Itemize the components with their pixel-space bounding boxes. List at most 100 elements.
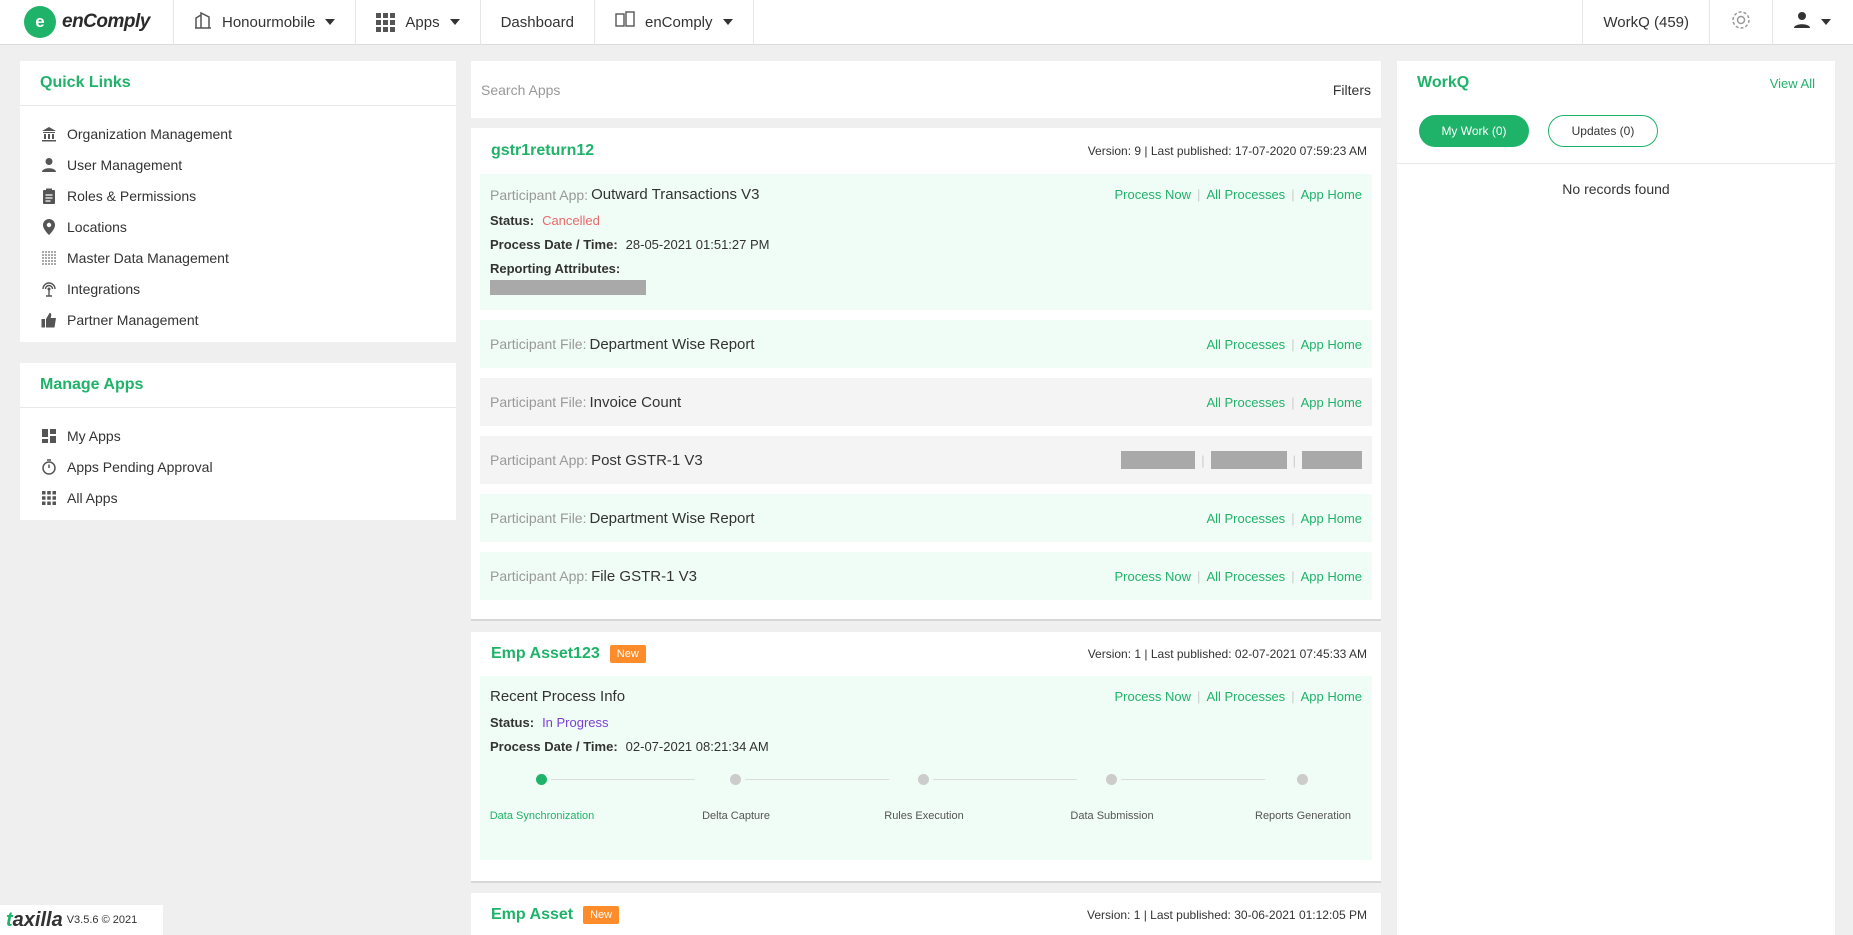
quick-link-organization-management[interactable]: Organization Management	[40, 118, 436, 149]
app-home-link[interactable]: App Home	[1301, 187, 1362, 202]
participant-row: Participant File: Invoice Count All Proc…	[480, 378, 1372, 426]
process-now-link[interactable]: Process Now	[1114, 569, 1191, 584]
quick-link-partner-management[interactable]: Partner Management	[40, 304, 436, 335]
gear-icon	[1730, 9, 1752, 35]
app-title[interactable]: Emp Asset123	[491, 645, 600, 663]
redacted-link	[1210, 451, 1287, 469]
updates-tab[interactable]: Updates (0)	[1548, 115, 1658, 147]
workq-link[interactable]: WorkQ (459)	[1582, 0, 1709, 45]
table-icon	[40, 251, 58, 265]
settings-button[interactable]	[1709, 0, 1772, 45]
participant-row: Participant File: Department Wise Report…	[480, 494, 1372, 542]
search-input[interactable]: Search Apps	[481, 82, 560, 98]
participant-type-label: Participant File:	[490, 510, 587, 526]
quick-links-title: Quick Links	[20, 61, 456, 106]
thumbs-up-icon	[40, 312, 58, 328]
process-now-link[interactable]: Process Now	[1114, 187, 1191, 202]
app-home-link[interactable]: App Home	[1301, 511, 1362, 526]
step-dot	[1106, 774, 1117, 785]
quick-link-integrations[interactable]: Integrations	[40, 273, 436, 304]
location-pin-icon	[40, 218, 58, 235]
logo[interactable]: e enComply	[0, 0, 174, 45]
app-home-link[interactable]: App Home	[1301, 689, 1362, 704]
step-label: Rules Execution	[884, 810, 964, 822]
participant-name: File GSTR-1 V3	[591, 567, 697, 585]
status-value: In Progress	[542, 715, 609, 730]
dashboard-link[interactable]: Dashboard	[481, 0, 595, 45]
participant-row: Participant File: Department Wise Report…	[480, 320, 1372, 368]
workq-panel: WorkQ View All My Work (0) Updates (0) N…	[1397, 61, 1835, 935]
quick-link-master-data[interactable]: Master Data Management	[40, 242, 436, 273]
apps-label: Apps	[405, 13, 440, 31]
search-apps-bar: Search Apps Filters	[471, 61, 1381, 118]
quick-link-label: Master Data Management	[67, 249, 229, 266]
chevron-down-icon	[722, 19, 733, 25]
all-processes-link[interactable]: All Processes	[1206, 337, 1285, 352]
version-text: V3.5.6 © 2021	[66, 914, 138, 926]
redacted-attributes	[490, 280, 646, 295]
process-date-label: Process Date / Time:	[490, 739, 618, 754]
footer-brand: taxilla V3.5.6 © 2021	[0, 905, 163, 935]
product-selector[interactable]: enComply	[595, 0, 754, 45]
clipboard-icon	[40, 188, 58, 204]
user-menu[interactable]	[1772, 0, 1853, 45]
participant-type-label: Participant File:	[490, 336, 587, 352]
chevron-down-icon	[325, 19, 336, 25]
quick-link-label: Organization Management	[67, 125, 232, 142]
step-label: Reports Generation	[1255, 810, 1351, 822]
step-label: Delta Capture	[702, 810, 770, 822]
app-version-meta: Version: 1 | Last published: 30-06-2021 …	[1087, 908, 1367, 922]
filters-button[interactable]: Filters	[1333, 82, 1371, 98]
workq-title: WorkQ	[1417, 74, 1470, 91]
app-card-emp-asset: Emp Asset New Version: 1 | Last publishe…	[471, 893, 1381, 935]
view-all-link[interactable]: View All	[1770, 76, 1815, 91]
building-icon	[194, 11, 212, 34]
step-dot	[536, 774, 547, 785]
chevron-down-icon	[449, 19, 460, 25]
all-processes-link[interactable]: All Processes	[1206, 395, 1285, 410]
all-processes-link[interactable]: All Processes	[1206, 689, 1285, 704]
all-processes-link[interactable]: All Processes	[1206, 511, 1285, 526]
participant-type-label: Participant App:	[490, 568, 589, 584]
status-label: Status:	[490, 213, 535, 228]
apps-grid-icon	[376, 12, 396, 32]
app-home-link[interactable]: App Home	[1301, 337, 1362, 352]
process-date-value: 28-05-2021 01:51:27 PM	[625, 237, 770, 252]
process-date-value: 02-07-2021 08:21:34 AM	[625, 739, 769, 754]
all-processes-link[interactable]: All Processes	[1206, 187, 1285, 202]
manage-apps-my-apps[interactable]: My Apps	[40, 420, 436, 451]
redacted-link	[1121, 451, 1196, 469]
apps-menu[interactable]: Apps	[356, 0, 481, 45]
process-stepper: Data Synchronization Delta Capture Rules…	[490, 770, 1362, 850]
participant-name: Outward Transactions V3	[591, 186, 760, 203]
process-now-link[interactable]: Process Now	[1114, 689, 1191, 704]
participant-name: Post GSTR-1 V3	[591, 451, 703, 469]
app-home-link[interactable]: App Home	[1301, 395, 1362, 410]
app-title[interactable]: Emp Asset	[491, 906, 573, 924]
app-title[interactable]: gstr1return12	[491, 142, 594, 160]
quick-link-user-management[interactable]: User Management	[40, 149, 436, 180]
quick-link-locations[interactable]: Locations	[40, 211, 436, 242]
manage-apps-pending[interactable]: Apps Pending Approval	[40, 451, 436, 482]
participant-main-row: Participant App: Outward Transactions V3…	[480, 174, 1372, 310]
participant-type-label: Participant File:	[490, 394, 587, 410]
new-badge: New	[583, 906, 620, 924]
quick-link-label: Locations	[67, 218, 127, 235]
quick-link-label: Roles & Permissions	[67, 187, 197, 204]
app-home-link[interactable]: App Home	[1301, 569, 1362, 584]
quick-link-label: Partner Management	[67, 311, 199, 328]
app-version-meta: Version: 1 | Last published: 02-07-2021 …	[1087, 647, 1367, 661]
my-work-tab[interactable]: My Work (0)	[1419, 115, 1529, 147]
new-badge: New	[609, 645, 646, 663]
logo-mark: e	[24, 6, 56, 38]
manage-apps-all-apps[interactable]: All Apps	[40, 482, 436, 513]
dashboard-icon	[40, 428, 58, 444]
org-name: Honourmobile	[222, 13, 316, 31]
status-value: Cancelled	[542, 213, 600, 228]
quick-link-roles-permissions[interactable]: Roles & Permissions	[40, 180, 436, 211]
redacted-link	[1302, 451, 1362, 469]
app-card-emp-asset123: Emp Asset123 New Version: 1 | Last publi…	[471, 632, 1381, 883]
org-selector[interactable]: Honourmobile	[174, 0, 357, 45]
manage-apps-panel: Manage Apps My Apps Apps Pending Approva…	[20, 363, 456, 520]
all-processes-link[interactable]: All Processes	[1206, 569, 1285, 584]
